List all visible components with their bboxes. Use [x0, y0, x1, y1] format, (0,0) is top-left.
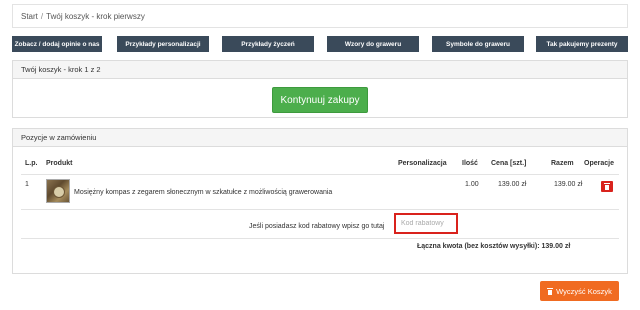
order-items-title: Pozycje w zamówieniu — [13, 129, 627, 147]
column-header-total: Razem — [551, 160, 574, 167]
trash-icon — [604, 183, 610, 190]
breadcrumb: Start / Twój koszyk - krok pierwszy — [12, 4, 628, 28]
trash-icon — [547, 287, 554, 295]
grand-total: Łączna kwota (bez kosztów wysyłki): 139.… — [417, 243, 571, 250]
row-divider — [21, 209, 619, 210]
product-thumbnail[interactable] — [46, 179, 70, 203]
row-product-name[interactable]: Mosiężny kompas z zegarem słonecznym w s… — [74, 189, 332, 196]
order-table-header: L.p. Produkt Personalizacja Ilość Cena [… — [13, 160, 627, 172]
nav-engraving-symbols-button[interactable]: Symbole do graweru — [432, 36, 524, 52]
column-header-quantity: Ilość — [462, 160, 478, 167]
nav-reviews-button[interactable]: Zobacz / dodaj opinie o nas — [12, 36, 102, 52]
cart-step-panel: Twój koszyk - krok 1 z 2 Kontynuuj zakup… — [12, 60, 628, 118]
row-total: 139.00 zł — [554, 181, 583, 188]
breadcrumb-home-link[interactable]: Start — [21, 12, 38, 21]
row-divider — [21, 238, 619, 239]
column-header-lp: L.p. — [25, 160, 38, 167]
order-items-panel: Pozycje w zamówieniu L.p. Produkt Person… — [12, 128, 628, 274]
clear-cart-button[interactable]: Wyczyść Koszyk — [540, 281, 619, 301]
row-quantity: 1.00 — [465, 181, 479, 188]
column-header-personalization: Personalizacja — [398, 160, 447, 167]
coupon-label: Jeśli posiadasz kod rabatowy wpisz go tu… — [249, 223, 385, 230]
column-header-product: Produkt — [46, 160, 73, 167]
coupon-code-input[interactable] — [394, 213, 458, 234]
nav-personalization-examples-button[interactable]: Przykłady personalizacji — [117, 36, 209, 52]
row-unit-price: 139.00 zł — [498, 181, 527, 188]
nav-wishes-examples-button[interactable]: Przykłady życzeń — [222, 36, 314, 52]
continue-shopping-button[interactable]: Kontynuuj zakupy — [272, 87, 368, 113]
clear-cart-label: Wyczyść Koszyk — [556, 286, 612, 296]
info-nav: Zobacz / dodaj opinie o nas Przykłady pe… — [12, 36, 628, 52]
nav-engraving-patterns-button[interactable]: Wzory do graweru — [327, 36, 419, 52]
row-lp: 1 — [25, 181, 29, 188]
cart-step-title: Twój koszyk - krok 1 z 2 — [13, 61, 627, 79]
breadcrumb-current: Twój koszyk - krok pierwszy — [46, 11, 145, 21]
row-divider — [21, 174, 619, 175]
delete-item-button[interactable] — [601, 181, 613, 192]
nav-gift-packing-button[interactable]: Tak pakujemy prezenty — [536, 36, 628, 52]
column-header-operations: Operacje — [584, 160, 614, 167]
breadcrumb-separator: / — [40, 11, 44, 21]
column-header-unit-price: Cena [szt.] — [491, 160, 527, 167]
